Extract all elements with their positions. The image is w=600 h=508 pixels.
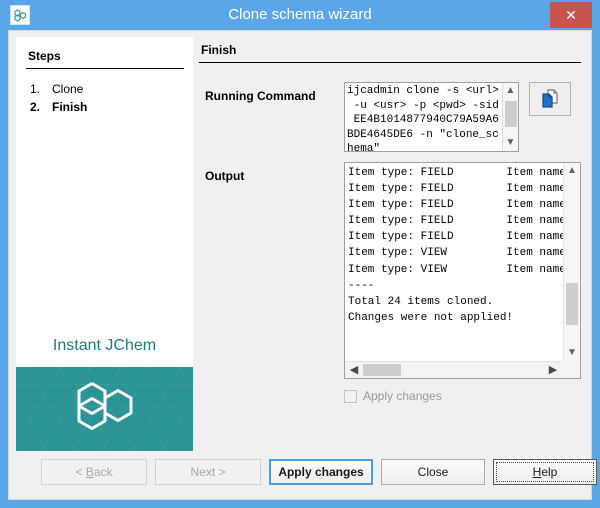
running-command-textarea[interactable]: ijcadmin clone -s <url> -u <usr> -p <pwd… [344,82,519,152]
output-line: Item type: FIELD Item name [348,181,561,197]
help-button[interactable]: Help [493,459,597,485]
apply-changes-checkbox [344,390,357,403]
sidebar-step-finish: 2.Finish [30,100,87,114]
command-line: hema" [347,142,500,151]
chevron-up-icon[interactable]: ▲ [564,163,580,179]
close-button-bottom[interactable]: Close [381,459,485,485]
apply-changes-checkbox-label: Apply changes [363,389,442,403]
output-line: Item type: VIEW Item name [348,245,561,261]
sidebar-step-clone: 1.Clone [30,82,83,96]
back-button: < Back [41,459,147,485]
scrollbar-thumb[interactable] [505,101,517,127]
page-title-divider [199,62,581,63]
window-title: Clone schema wizard [0,0,600,30]
apply-changes-checkbox-row: Apply changes [344,389,442,403]
page-title: Finish [201,43,236,57]
output-horizontal-scrollbar[interactable]: ◀ ▶ [345,361,563,378]
apply-changes-button[interactable]: Apply changes [269,459,373,485]
title-bar: Clone schema wizard ✕ [0,0,600,30]
brand-banner [16,367,193,451]
output-line: Total 24 items cloned. [348,294,561,310]
clone-schema-wizard-window: Clone schema wizard ✕ Steps 1.Clone 2.Fi… [0,0,600,508]
output-text: Item type: FIELD Item nameItem type: FIE… [345,163,563,361]
command-line: EE4B1014877940C79A59A6 [347,113,500,128]
output-line: Changes were not applied! [348,310,561,326]
scrollbar-thumb[interactable] [566,283,578,325]
output-line: Item type: FIELD Item name [348,197,561,213]
brand-molecule-logo [74,381,136,438]
command-line: -u <usr> -p <pwd> -sid [347,99,500,114]
running-command-label: Running Command [205,89,316,103]
output-label: Output [205,169,244,183]
output-textarea[interactable]: Item type: FIELD Item nameItem type: FIE… [344,162,581,379]
step-number: 2. [30,100,52,114]
output-line: Item type: FIELD Item name [348,213,561,229]
next-button: Next > [155,459,261,485]
command-line: BDE4645DE6 -n "clone_sc [347,128,500,143]
chevron-right-icon[interactable]: ▶ [545,362,561,378]
brand-molecule-icon [74,381,136,433]
copy-to-clipboard-button[interactable] [529,82,571,116]
output-line: ---- [348,278,561,294]
steps-panel: Steps 1.Clone 2.Finish Instant JChem [16,37,193,367]
dialog-button-bar: < Back Next > Apply changes Close Help [9,451,591,499]
output-vertical-scrollbar[interactable]: ▲ ▼ [563,163,580,361]
output-line: Item type: VIEW Item name [348,262,561,278]
finish-page: Finish Running Command ijcadmin clone -s… [199,37,585,451]
chevron-left-icon[interactable]: ◀ [346,362,362,378]
output-line: Item type: FIELD Item name [348,165,561,181]
scrollbar-thumb[interactable] [363,364,401,376]
close-button[interactable]: ✕ [550,2,592,28]
command-line: ijcadmin clone -s <url> [347,84,500,99]
step-label: Clone [52,82,83,96]
dialog-client-area: Steps 1.Clone 2.Finish Instant JChem [8,30,592,500]
step-label: Finish [52,100,87,114]
output-line: Item type: FIELD Item name [348,229,561,245]
steps-heading-divider [26,68,184,69]
running-command-text: ijcadmin clone -s <url> -u <usr> -p <pwd… [345,83,502,151]
chevron-down-icon[interactable]: ▼ [503,135,518,151]
chevron-down-icon[interactable]: ▼ [564,345,580,361]
scrollbar-corner [563,361,580,378]
brand-name: Instant JChem [16,337,193,355]
running-command-vertical-scrollbar[interactable]: ▲ ▼ [502,83,518,151]
chevron-up-icon[interactable]: ▲ [503,83,518,99]
copy-documents-icon [539,88,561,110]
steps-heading: Steps [28,49,61,63]
step-number: 1. [30,82,52,96]
